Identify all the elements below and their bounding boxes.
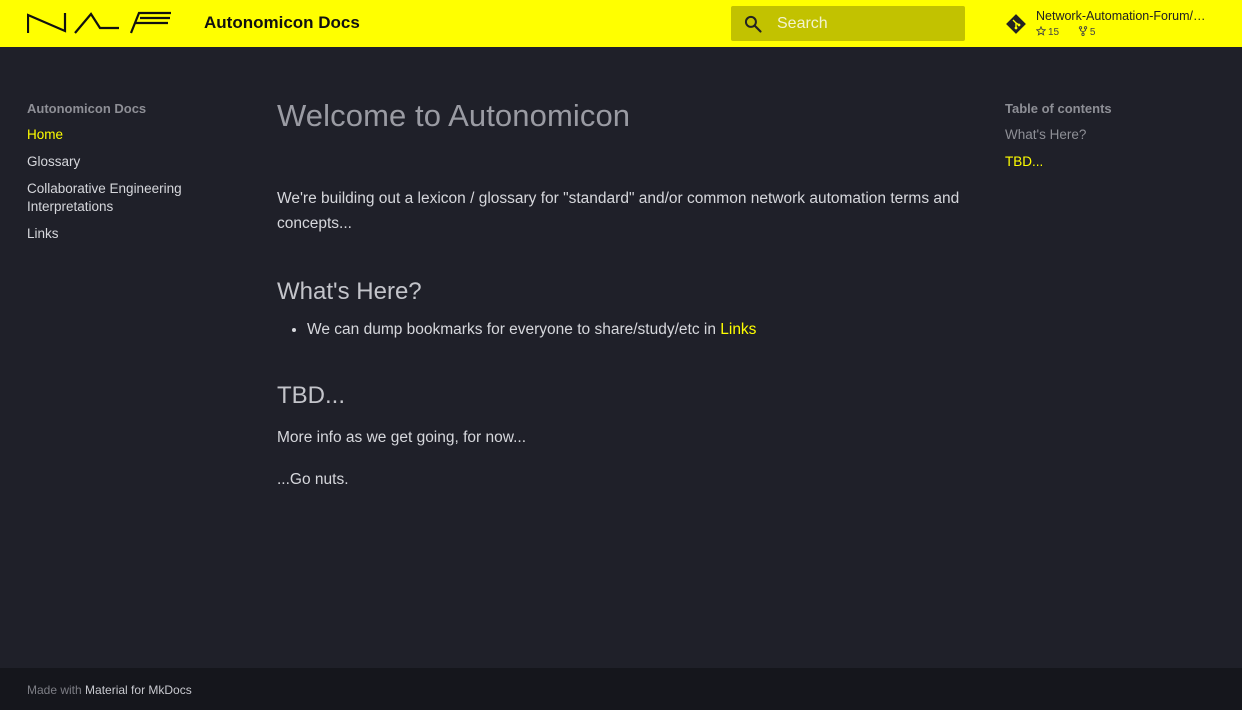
toc-item-whats-here[interactable]: What's Here? bbox=[1005, 126, 1225, 143]
nav-item-links[interactable]: Links bbox=[27, 225, 227, 243]
footer: Made with Material for MkDocs bbox=[0, 668, 1242, 710]
repo-link[interactable]: Network-Automation-Forum/autonomicon 15 … bbox=[1005, 8, 1235, 40]
header: Autonomicon Docs Network-Automation-Foru… bbox=[0, 0, 1242, 47]
main-content: Welcome to Autonomicon We're building ou… bbox=[277, 98, 967, 489]
nav-item-home[interactable]: Home bbox=[27, 126, 227, 144]
repo-forks: 5 bbox=[1078, 26, 1104, 38]
section-heading-tbd: TBD... bbox=[277, 382, 346, 409]
paragraph-more-info: More info as we get going, for now... bbox=[277, 429, 526, 446]
toc-title: Table of contents bbox=[1005, 101, 1112, 116]
search-box[interactable] bbox=[731, 6, 965, 41]
footer-credit: Made with Material for MkDocs bbox=[27, 683, 192, 697]
forks-count: 5 bbox=[1089, 27, 1096, 38]
repo-facts: 15 5 bbox=[1035, 25, 1111, 38]
section-heading-whats-here: What's Here? bbox=[277, 278, 422, 305]
repo-stars: 15 bbox=[1035, 25, 1070, 38]
git-icon bbox=[1006, 14, 1026, 34]
nav-item-collaborative-engineering[interactable]: Collaborative Engineering Interpretation… bbox=[27, 180, 227, 216]
star-icon bbox=[1035, 25, 1047, 36]
nav-title: Autonomicon Docs bbox=[27, 101, 147, 116]
links-link[interactable]: Links bbox=[720, 321, 756, 338]
list-item: We can dump bookmarks for everyone to sh… bbox=[307, 321, 967, 339]
naf-logo-icon[interactable] bbox=[27, 11, 173, 35]
footer-prefix: Made with bbox=[27, 683, 82, 697]
table-of-contents: Table of contents What's Here? TBD... bbox=[1005, 101, 1225, 180]
search-icon bbox=[744, 15, 762, 33]
repo-name: Network-Automation-Forum/autonomicon bbox=[1036, 9, 1211, 23]
search-input[interactable] bbox=[775, 13, 959, 35]
sidebar-nav: Autonomicon Docs Home Glossary Collabora… bbox=[27, 101, 227, 252]
site-title[interactable]: Autonomicon Docs bbox=[204, 13, 360, 33]
material-mkdocs-link[interactable]: Material for MkDocs bbox=[85, 683, 192, 697]
fork-icon bbox=[1078, 26, 1088, 37]
stars-count: 15 bbox=[1048, 27, 1060, 38]
nav-item-glossary[interactable]: Glossary bbox=[27, 153, 227, 171]
bullet-list: We can dump bookmarks for everyone to sh… bbox=[277, 321, 967, 339]
page-title: Welcome to Autonomicon bbox=[277, 98, 631, 133]
intro-paragraph: We're building out a lexicon / glossary … bbox=[277, 190, 960, 232]
bullet-text: We can dump bookmarks for everyone to sh… bbox=[307, 321, 721, 338]
paragraph-go-nuts: ...Go nuts. bbox=[277, 471, 349, 488]
toc-item-tbd[interactable]: TBD... bbox=[1005, 153, 1225, 170]
